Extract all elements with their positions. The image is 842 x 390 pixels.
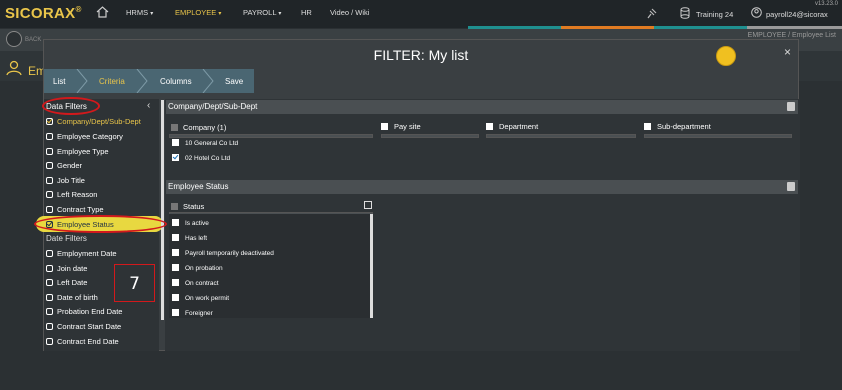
checkbox-icon[interactable] [172, 234, 179, 241]
nav-payroll[interactable]: PAYROLL ▾ [243, 8, 281, 17]
checkbox-icon[interactable] [46, 133, 53, 140]
sub-department-column[interactable]: Sub-department [644, 122, 711, 131]
collapse-panel-icon[interactable]: ‹ [147, 100, 150, 111]
checkbox-icon[interactable] [46, 279, 53, 286]
user-circle-icon[interactable] [751, 7, 762, 18]
annotation-number: 7 [114, 264, 155, 302]
breadcrumb[interactable]: EMPLOYEE / Employee List [748, 32, 836, 39]
column-divider [169, 134, 373, 138]
filter-badge-icon[interactable] [716, 46, 736, 66]
chevron-right-icon [76, 69, 88, 93]
status-option[interactable]: Is active [172, 219, 209, 227]
column-divider [486, 134, 636, 138]
checkbox-icon[interactable] [172, 294, 179, 301]
filter-item-left-reason[interactable]: Left Reason [46, 189, 97, 201]
checkbox-icon[interactable] [171, 124, 178, 131]
checkbox-icon[interactable] [46, 148, 53, 155]
status-option[interactable]: On contract [172, 279, 219, 287]
status-option[interactable]: On probation [172, 264, 223, 272]
checkbox-icon[interactable] [172, 279, 179, 286]
trash-icon[interactable] [787, 182, 795, 191]
filter-item-join-date[interactable]: Join date [46, 263, 87, 275]
filter-item-employee-type[interactable]: Employee Type [46, 146, 109, 158]
company-option[interactable]: 02 Hotel Co Ltd [172, 154, 230, 162]
filter-item-contract-end-date[interactable]: Contract End Date [46, 336, 119, 348]
chevron-right-icon [136, 69, 148, 93]
step-list[interactable]: List [53, 77, 65, 86]
checkbox-icon[interactable] [46, 250, 53, 257]
checkbox-icon[interactable] [172, 249, 179, 256]
version-label: v13.23.0 [814, 1, 838, 7]
checkbox-icon[interactable] [486, 123, 493, 130]
filter-item-contract-start-date[interactable]: Contract Start Date [46, 321, 121, 333]
status-option[interactable]: On work permit [172, 294, 229, 302]
wizard-steps: List Criteria Columns Save [44, 69, 254, 93]
back-icon[interactable] [6, 31, 22, 47]
nav-hrms[interactable]: HRMS ▾ [126, 8, 153, 17]
nav-hr[interactable]: HR [301, 8, 312, 17]
status-column[interactable]: Status [171, 202, 204, 211]
back-label[interactable]: BACK [25, 37, 41, 43]
status-option[interactable]: Payroll temporarily deactivated [172, 249, 274, 257]
close-icon[interactable]: × [784, 45, 791, 59]
database-icon [680, 7, 690, 19]
home-icon[interactable] [96, 6, 109, 18]
pay-site-column[interactable]: Pay site [381, 122, 421, 131]
select-all-checkbox[interactable] [364, 201, 372, 209]
nav-video-wiki[interactable]: Video / Wiki [330, 8, 369, 17]
column-divider [644, 134, 792, 138]
checkbox-icon[interactable] [172, 264, 179, 271]
modal-title: FILTER: My list [373, 47, 469, 63]
checkbox-icon[interactable] [172, 154, 179, 161]
filter-item-date-of-birth[interactable]: Date of birth [46, 292, 98, 304]
checkbox-icon[interactable] [46, 118, 53, 125]
training-label[interactable]: Training 24 [696, 10, 733, 19]
filter-item-left-date[interactable]: Left Date [46, 277, 87, 289]
pin-icon[interactable] [646, 7, 658, 19]
status-option[interactable]: Has left [172, 234, 207, 242]
employees-icon [6, 60, 22, 76]
checkbox-icon[interactable] [46, 323, 53, 330]
column-divider [381, 134, 479, 138]
nav-employee[interactable]: EMPLOYEE ▾ [175, 8, 221, 17]
checkbox-icon[interactable] [46, 177, 53, 184]
filter-item-company[interactable]: Company/Dept/Sub-Dept [46, 116, 141, 128]
department-column[interactable]: Department [486, 122, 538, 131]
checkbox-icon[interactable] [46, 191, 53, 198]
step-criteria[interactable]: Criteria [99, 77, 125, 86]
company-column[interactable]: Company (1) [171, 123, 226, 132]
status-section-header: Employee Status [166, 180, 798, 194]
filter-item-employment-date[interactable]: Employment Date [46, 248, 117, 260]
checkbox-icon[interactable] [46, 162, 53, 169]
trash-icon[interactable] [787, 102, 795, 111]
checkbox-icon[interactable] [46, 308, 53, 315]
filter-modal: FILTER: My list × List Criteria Columns … [43, 39, 800, 351]
filter-item-probation-end-date[interactable]: Probation End Date [46, 306, 122, 318]
step-save[interactable]: Save [225, 77, 243, 86]
checkbox-icon[interactable] [381, 123, 388, 130]
checkbox-icon[interactable] [46, 206, 53, 213]
app-logo[interactable]: SICORAX® [5, 5, 82, 22]
company-option[interactable]: 10 General Co Ltd [172, 139, 238, 147]
status-option[interactable]: Foreigner [172, 309, 213, 317]
annotation-ring [34, 215, 167, 233]
checkbox-icon[interactable] [172, 219, 179, 226]
checkbox-icon[interactable] [46, 294, 53, 301]
user-account[interactable]: payroll24@sicorax [766, 10, 828, 19]
checkbox-icon[interactable] [171, 203, 178, 210]
checkbox-icon[interactable] [644, 123, 651, 130]
step-columns[interactable]: Columns [160, 77, 192, 86]
checkbox-icon[interactable] [172, 309, 179, 316]
sidebar-scrollbar[interactable] [161, 100, 164, 320]
filter-item-employee-category[interactable]: Employee Category [46, 131, 123, 143]
date-filters-heading: Date Filters [46, 234, 87, 243]
checkbox-icon[interactable] [46, 338, 53, 345]
company-section-header: Company/Dept/Sub-Dept [166, 100, 798, 114]
checkbox-icon[interactable] [46, 265, 53, 272]
chevron-right-icon [202, 69, 214, 93]
checkbox-icon[interactable] [172, 139, 179, 146]
filter-item-job-title[interactable]: Job Title [46, 175, 85, 187]
filter-item-gender[interactable]: Gender [46, 160, 82, 172]
annotation-ring [42, 97, 100, 115]
